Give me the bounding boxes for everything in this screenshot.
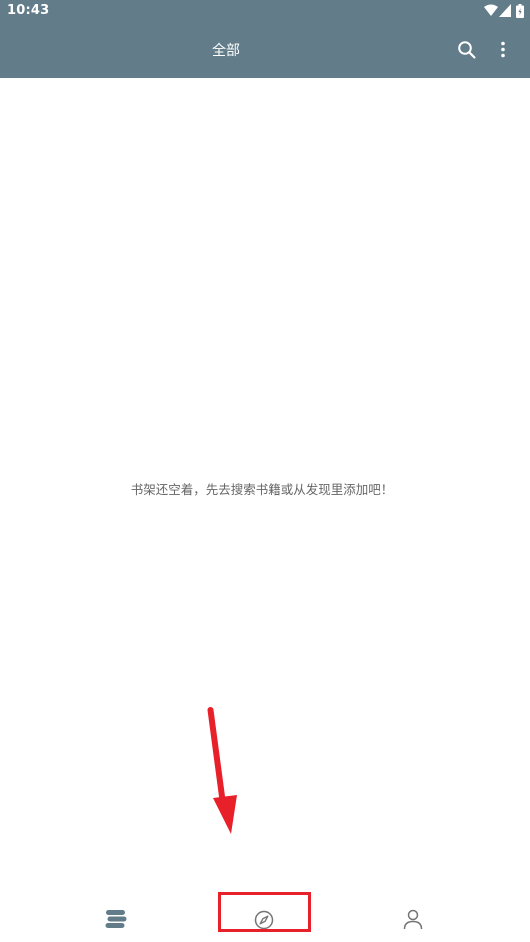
app-screen: 10:43 全部 书架还空着，先去搜索书籍或从发现里添加吧！ — [0, 0, 530, 942]
battery-icon — [516, 4, 524, 18]
status-time: 10:43 — [7, 3, 50, 18]
wifi-icon — [484, 4, 498, 16]
annotation-highlight-box — [218, 892, 311, 932]
status-bar: 10:43 — [0, 0, 530, 22]
empty-bookshelf-message: 书架还空着，先去搜索书籍或从发现里添加吧！ — [130, 482, 394, 497]
more-vert-icon — [501, 41, 505, 58]
nav-bookshelf[interactable] — [88, 892, 144, 942]
app-bar: 10:43 全部 — [0, 0, 530, 78]
signal-icon — [499, 4, 511, 17]
search-button[interactable] — [453, 36, 481, 64]
nav-profile[interactable] — [385, 892, 441, 942]
bookshelf-icon — [105, 910, 127, 928]
annotation-arrow — [207, 707, 237, 834]
search-icon — [458, 41, 476, 59]
toolbar-title: 全部 — [212, 43, 240, 59]
person-icon — [403, 909, 423, 930]
more-options-button[interactable] — [489, 36, 517, 64]
